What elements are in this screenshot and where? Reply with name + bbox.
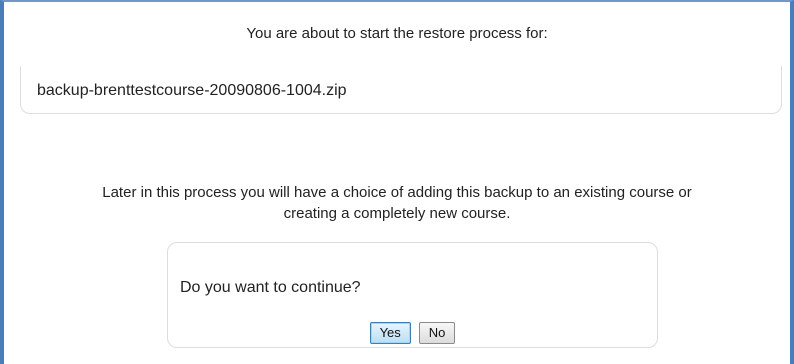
yes-button[interactable]: Yes (369, 322, 411, 344)
restore-info-message: Later in this process you will have a ch… (4, 182, 790, 224)
backup-filename: backup-brenttestcourse-20090806-1004.zip (37, 82, 347, 99)
restore-page: You are about to start the restore proce… (0, 0, 794, 364)
no-button[interactable]: No (418, 322, 456, 344)
confirm-dialog: Do you want to continue? Yes No (167, 242, 658, 348)
restore-info-line-2: creating a completely new course. (283, 205, 511, 222)
confirm-buttons: Yes No (168, 322, 657, 344)
restore-heading: You are about to start the restore proce… (246, 25, 548, 42)
restore-info-line-1: Later in this process you will have a ch… (102, 184, 692, 201)
confirm-question: Do you want to continue? (180, 279, 361, 296)
backup-file-box: backup-brenttestcourse-20090806-1004.zip (20, 66, 782, 114)
